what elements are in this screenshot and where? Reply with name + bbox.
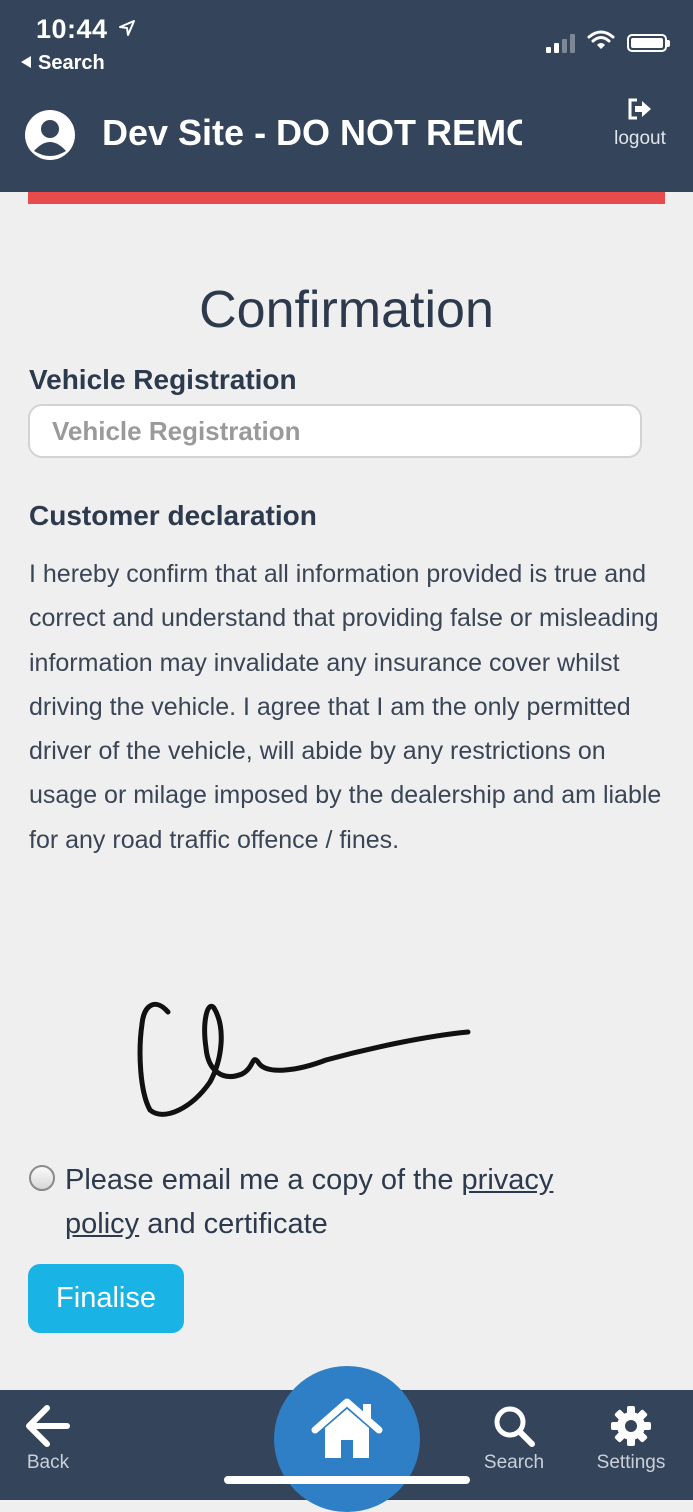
status-back-label: Search	[38, 52, 105, 74]
signature-pad[interactable]	[130, 990, 480, 1125]
location-arrow-icon	[118, 19, 136, 42]
header-accent-bar	[28, 192, 665, 204]
logout-label: logout	[614, 128, 666, 149]
user-avatar-icon[interactable]	[24, 109, 76, 161]
app-header: 10:44 Search Dev Site - DO NOT REMO logo…	[0, 0, 693, 192]
nav-search-label: Search	[483, 1452, 545, 1473]
email-copy-radio[interactable]	[29, 1165, 55, 1191]
nav-home-button[interactable]	[274, 1366, 420, 1512]
status-back-link[interactable]: Search	[20, 52, 105, 75]
page-title: Confirmation	[199, 281, 494, 339]
declaration-heading: Customer declaration	[29, 500, 317, 531]
email-copy-label: Please email me a copy of the privacy po…	[65, 1158, 625, 1246]
gear-icon	[588, 1404, 674, 1448]
battery-icon	[627, 33, 670, 52]
declaration-text: I hereby confirm that all information pr…	[29, 560, 662, 854]
nav-settings-label: Settings	[596, 1452, 666, 1473]
back-arrow-icon	[14, 1404, 82, 1448]
search-icon	[474, 1404, 554, 1448]
nav-back-button[interactable]: Back	[14, 1390, 82, 1474]
nav-settings-button[interactable]: Settings	[588, 1390, 674, 1474]
logout-button[interactable]: logout	[606, 98, 674, 150]
signal-icon	[546, 33, 575, 53]
finalise-button[interactable]: Finalise	[28, 1264, 184, 1333]
email-copy-text-after: and certificate	[139, 1208, 328, 1240]
nav-back-label: Back	[26, 1452, 70, 1473]
status-time: 10:44	[36, 14, 108, 44]
home-indicator	[224, 1476, 470, 1484]
vehicle-registration-label: Vehicle Registration	[29, 364, 297, 395]
site-title: Dev Site - DO NOT REMOVE	[102, 112, 522, 153]
vehicle-registration-input[interactable]	[28, 404, 642, 458]
nav-search-button[interactable]: Search	[474, 1390, 554, 1474]
email-copy-text-before: Please email me a copy of the	[65, 1164, 462, 1196]
back-triangle-icon	[20, 52, 32, 75]
status-indicators	[546, 30, 670, 55]
wifi-icon	[587, 30, 615, 55]
sign-out-icon	[627, 98, 653, 125]
